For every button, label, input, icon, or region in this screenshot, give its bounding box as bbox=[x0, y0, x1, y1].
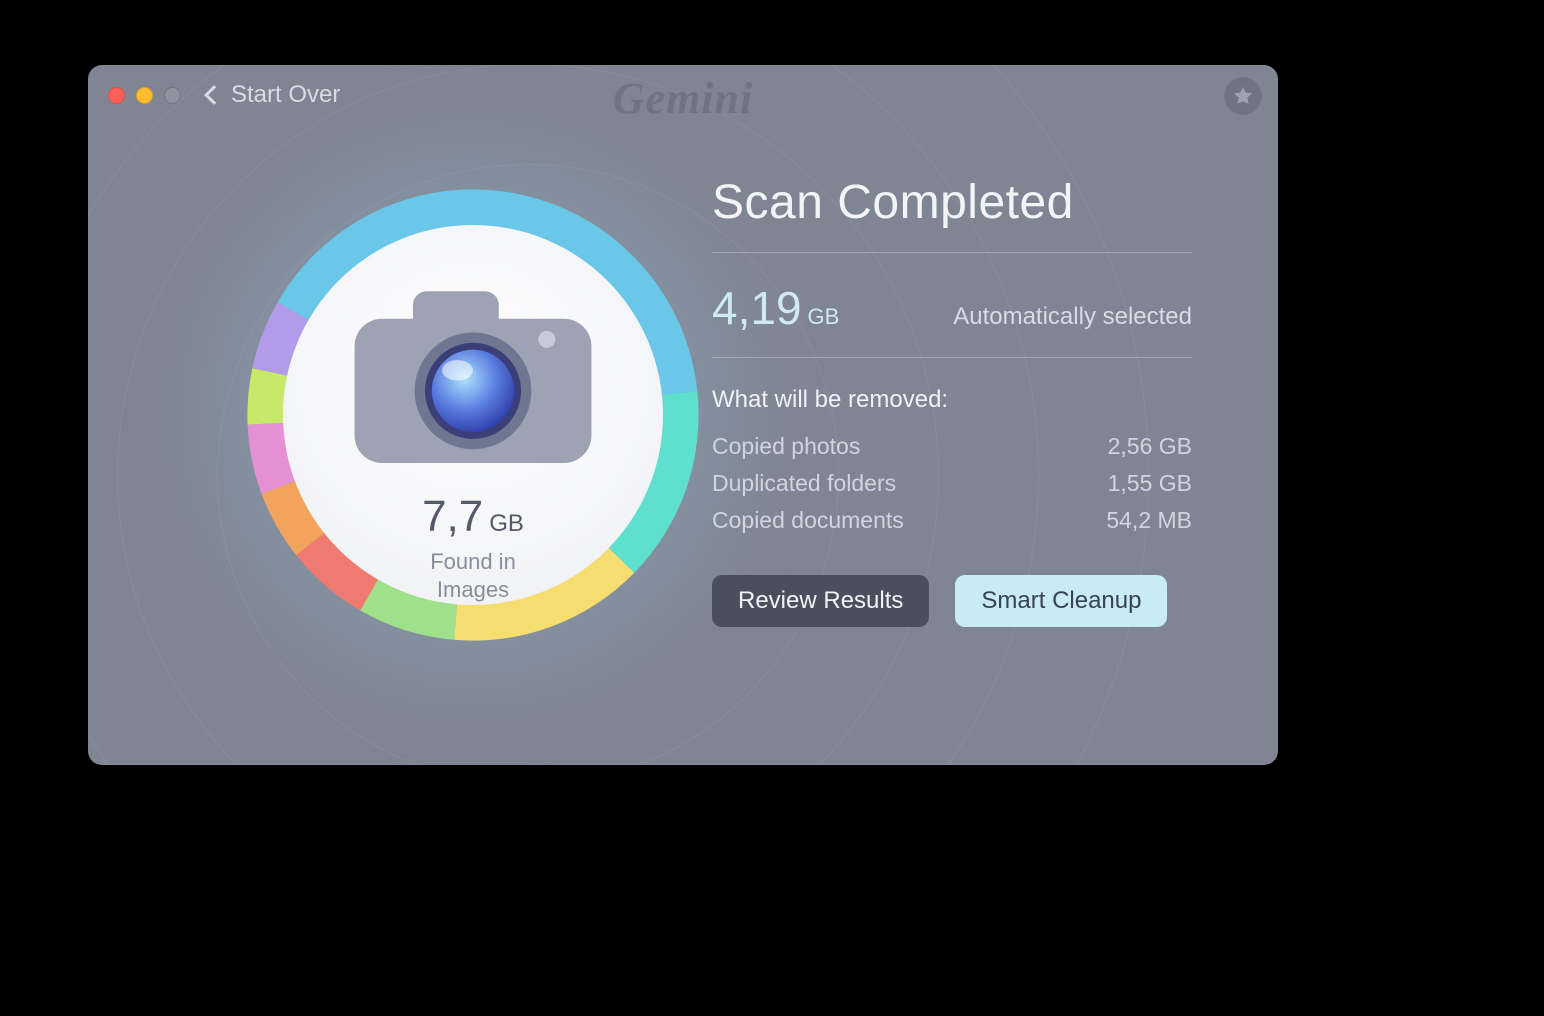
removal-heading: What will be removed: bbox=[712, 386, 1192, 414]
camera-icon bbox=[283, 281, 663, 470]
removal-item-label: Duplicated folders bbox=[712, 470, 896, 497]
review-results-button[interactable]: Review Results bbox=[712, 575, 929, 627]
selected-row: 4,19GB Automatically selected bbox=[712, 281, 1192, 335]
chevron-left-icon bbox=[204, 85, 224, 105]
back-start-over-button[interactable]: Start Over bbox=[207, 81, 340, 109]
divider bbox=[712, 357, 1192, 358]
action-buttons: Review Results Smart Cleanup bbox=[712, 575, 1192, 627]
removal-item-size: 1,55 GB bbox=[1108, 470, 1192, 497]
removal-item: Copied documents 54,2 MB bbox=[712, 502, 1192, 539]
removal-item: Copied photos 2,56 GB bbox=[712, 428, 1192, 465]
removal-item-label: Copied photos bbox=[712, 433, 860, 460]
removal-item-size: 2,56 GB bbox=[1108, 433, 1192, 460]
selected-size: 4,19GB bbox=[712, 281, 839, 335]
app-window: Start Over Gemini bbox=[88, 65, 1278, 765]
minimize-window-button[interactable] bbox=[136, 87, 153, 104]
results-heading: Scan Completed bbox=[712, 175, 1192, 230]
star-icon bbox=[1232, 85, 1254, 107]
smart-cleanup-button[interactable]: Smart Cleanup bbox=[955, 575, 1167, 627]
donut-inner: 7,7GB Found in Images bbox=[283, 225, 663, 605]
window-controls bbox=[108, 87, 181, 104]
back-label: Start Over bbox=[231, 81, 340, 109]
found-size: 7,7GB bbox=[422, 492, 524, 542]
app-brand: Gemini bbox=[613, 73, 753, 124]
found-label: Found in Images bbox=[430, 548, 516, 605]
titlebar: Start Over Gemini bbox=[88, 65, 1278, 125]
found-size-unit: GB bbox=[489, 510, 524, 537]
removal-list: Copied photos 2,56 GB Duplicated folders 1,… bbox=[712, 428, 1192, 539]
close-window-button[interactable] bbox=[108, 87, 125, 104]
favorites-button[interactable] bbox=[1224, 77, 1262, 115]
removal-item: Duplicated folders 1,55 GB bbox=[712, 465, 1192, 502]
selected-label: Automatically selected bbox=[953, 303, 1192, 331]
results-donut: 7,7GB Found in Images bbox=[238, 180, 708, 650]
found-size-value: 7,7 bbox=[422, 492, 483, 541]
removal-item-label: Copied documents bbox=[712, 507, 904, 534]
zoom-window-button[interactable] bbox=[164, 87, 181, 104]
removal-item-size: 54,2 MB bbox=[1106, 507, 1192, 534]
results-panel: Scan Completed 4,19GB Automatically sele… bbox=[712, 175, 1192, 705]
divider bbox=[712, 252, 1192, 253]
